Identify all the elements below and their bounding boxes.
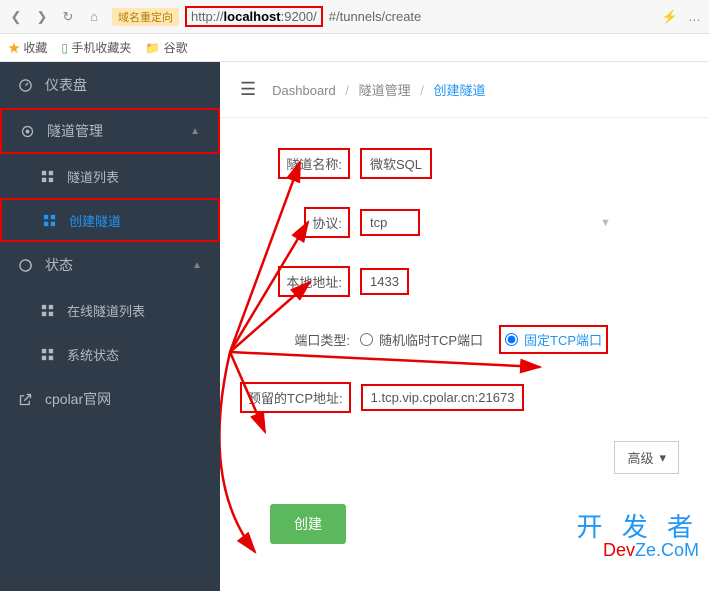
more-icon[interactable]: … bbox=[688, 9, 701, 25]
grid-icon bbox=[40, 303, 55, 318]
advanced-button[interactable]: 高级 ▾ bbox=[614, 441, 679, 474]
chevron-down-icon: ▾ bbox=[659, 450, 666, 466]
sidebar-item-tunnel-mgmt[interactable]: 隧道管理 ▲ bbox=[0, 108, 220, 154]
bookmark-bar: ★ 收藏 ▯ 手机收藏夹 📁 谷歌 bbox=[0, 34, 709, 62]
protocol-select[interactable]: tcp bbox=[360, 209, 420, 236]
lightning-icon[interactable]: ⚡ bbox=[662, 9, 678, 25]
google-item[interactable]: 📁 谷歌 bbox=[145, 39, 187, 56]
url-text: http://localhost:9200/ bbox=[191, 9, 317, 24]
reserved-tcp-label: 预留的TCP地址: bbox=[240, 382, 351, 413]
sidebar-label-system-status: 系统状态 bbox=[67, 345, 119, 364]
sidebar-label-online-tunnels: 在线隧道列表 bbox=[67, 301, 145, 320]
sidebar-label-tunnel-mgmt: 隧道管理 bbox=[47, 121, 103, 141]
advanced-button-label: 高级 bbox=[627, 448, 653, 467]
status-icon bbox=[18, 258, 33, 273]
mobile-fav-item[interactable]: ▯ 手机收藏夹 bbox=[61, 39, 131, 56]
forward-icon[interactable]: ❯ bbox=[34, 9, 50, 25]
row-local-addr: 本地地址: 1433 bbox=[240, 266, 689, 297]
favorites-item[interactable]: ★ 收藏 bbox=[8, 39, 47, 56]
topbar: ☰ Dashboard / 隧道管理 / 创建隧道 bbox=[220, 62, 709, 118]
protocol-label: 协议: bbox=[304, 207, 350, 238]
folder-icon: 📁 bbox=[145, 41, 160, 55]
sidebar-item-cpolar[interactable]: cpolar官网 bbox=[0, 376, 220, 422]
breadcrumb: Dashboard / 隧道管理 / 创建隧道 bbox=[272, 80, 485, 99]
port-type-radio-group: 随机临时TCP端口 固定TCP端口 bbox=[360, 325, 608, 354]
breadcrumb-tunnel-mgmt[interactable]: 隧道管理 bbox=[359, 83, 411, 98]
breadcrumb-sep: / bbox=[345, 83, 349, 98]
sidebar-sub-system-status[interactable]: 系统状态 bbox=[0, 332, 220, 376]
reserved-tcp-label-wrap: 预留的TCP地址: bbox=[240, 382, 361, 413]
url-highlight: http://localhost:9200/ bbox=[185, 6, 323, 27]
dashboard-icon bbox=[18, 78, 33, 93]
sidebar-label-create-tunnel: 创建隧道 bbox=[69, 211, 121, 230]
create-button[interactable]: 创建 bbox=[270, 504, 346, 544]
sidebar-sub-create-tunnel[interactable]: 创建隧道 bbox=[0, 198, 220, 242]
sidebar-label-status: 状态 bbox=[45, 255, 73, 275]
grid-icon bbox=[40, 169, 55, 184]
browser-right-icons: ⚡ … bbox=[662, 9, 701, 25]
local-addr-label: 本地地址: bbox=[278, 266, 350, 297]
browser-bar: ❮ ❯ ↻ ⌂ 域名重定向 http://localhost:9200/ #/t… bbox=[0, 0, 709, 34]
radio-random-label: 随机临时TCP端口 bbox=[379, 330, 483, 349]
gear-icon bbox=[20, 124, 35, 139]
row-port-type: 端口类型: 随机临时TCP端口 固定TCP端口 bbox=[240, 325, 689, 354]
tunnel-name-label-wrap: 隧道名称: bbox=[240, 148, 360, 179]
radio-fixed-label: 固定TCP端口 bbox=[524, 330, 602, 349]
home-icon[interactable]: ⌂ bbox=[86, 9, 102, 25]
sidebar-label-cpolar: cpolar官网 bbox=[45, 389, 111, 409]
port-type-label: 端口类型: bbox=[240, 330, 360, 349]
sidebar-item-dashboard[interactable]: 仪表盘 bbox=[0, 62, 220, 108]
protocol-label-wrap: 协议: bbox=[240, 207, 360, 238]
local-addr-input[interactable]: 1433 bbox=[360, 268, 409, 295]
back-icon[interactable]: ❮ bbox=[8, 9, 24, 25]
sidebar-item-status[interactable]: 状态 ▲ bbox=[0, 242, 220, 288]
domain-redirect-badge: 域名重定向 bbox=[112, 8, 179, 26]
sidebar: 仪表盘 隧道管理 ▲ 隧道列表 创建隧道 状态 ▲ 在线隧道列表 系统状态 bbox=[0, 62, 220, 591]
url-box[interactable]: 域名重定向 http://localhost:9200/ #/tunnels/c… bbox=[112, 6, 652, 27]
breadcrumb-create-tunnel: 创建隧道 bbox=[434, 83, 486, 98]
star-icon: ★ bbox=[8, 41, 20, 55]
create-button-label: 创建 bbox=[294, 516, 322, 532]
breadcrumb-sep: / bbox=[420, 83, 424, 98]
radio-fixed-input[interactable] bbox=[505, 333, 518, 346]
chevron-up-icon: ▲ bbox=[190, 126, 200, 137]
radio-random-port[interactable]: 随机临时TCP端口 bbox=[360, 330, 483, 349]
chevron-up-icon: ▲ bbox=[192, 260, 202, 271]
grid-icon bbox=[42, 213, 57, 228]
radio-fixed-highlight: 固定TCP端口 bbox=[499, 325, 608, 354]
chevron-down-icon[interactable]: ▼ bbox=[600, 217, 611, 229]
row-tunnel-name: 隧道名称: 微软SQL bbox=[240, 148, 689, 179]
hamburger-icon[interactable]: ☰ bbox=[240, 79, 256, 100]
mobile-icon: ▯ bbox=[61, 41, 68, 55]
row-advanced: 高级 ▾ bbox=[240, 441, 689, 474]
row-reserved-tcp: 预留的TCP地址: 1.tcp.vip.cpolar.cn:21673 bbox=[240, 382, 689, 413]
row-protocol: 协议: tcp ▼ bbox=[240, 207, 689, 238]
sidebar-sub-tunnel-list[interactable]: 隧道列表 bbox=[0, 154, 220, 198]
main-content: ☰ Dashboard / 隧道管理 / 创建隧道 隧道名称: 微软SQL 协议… bbox=[220, 62, 709, 591]
sidebar-sub-online-tunnels[interactable]: 在线隧道列表 bbox=[0, 288, 220, 332]
sidebar-label-dashboard: 仪表盘 bbox=[45, 75, 87, 95]
tunnel-name-input[interactable]: 微软SQL bbox=[360, 148, 432, 179]
grid-icon bbox=[40, 347, 55, 362]
local-addr-label-wrap: 本地地址: bbox=[240, 266, 360, 297]
tunnel-name-label: 隧道名称: bbox=[278, 148, 350, 179]
breadcrumb-dashboard[interactable]: Dashboard bbox=[272, 83, 336, 98]
reload-icon[interactable]: ↻ bbox=[60, 9, 76, 25]
sidebar-label-tunnel-list: 隧道列表 bbox=[67, 167, 119, 186]
url-path: #/tunnels/create bbox=[329, 9, 422, 24]
form-area: 隧道名称: 微软SQL 协议: tcp ▼ 本地地址: 1433 端口类型: bbox=[220, 118, 709, 574]
external-link-icon bbox=[18, 392, 33, 407]
radio-fixed-port[interactable]: 固定TCP端口 bbox=[505, 330, 602, 349]
reserved-tcp-input[interactable]: 1.tcp.vip.cpolar.cn:21673 bbox=[361, 384, 525, 411]
radio-random-input[interactable] bbox=[360, 333, 373, 346]
